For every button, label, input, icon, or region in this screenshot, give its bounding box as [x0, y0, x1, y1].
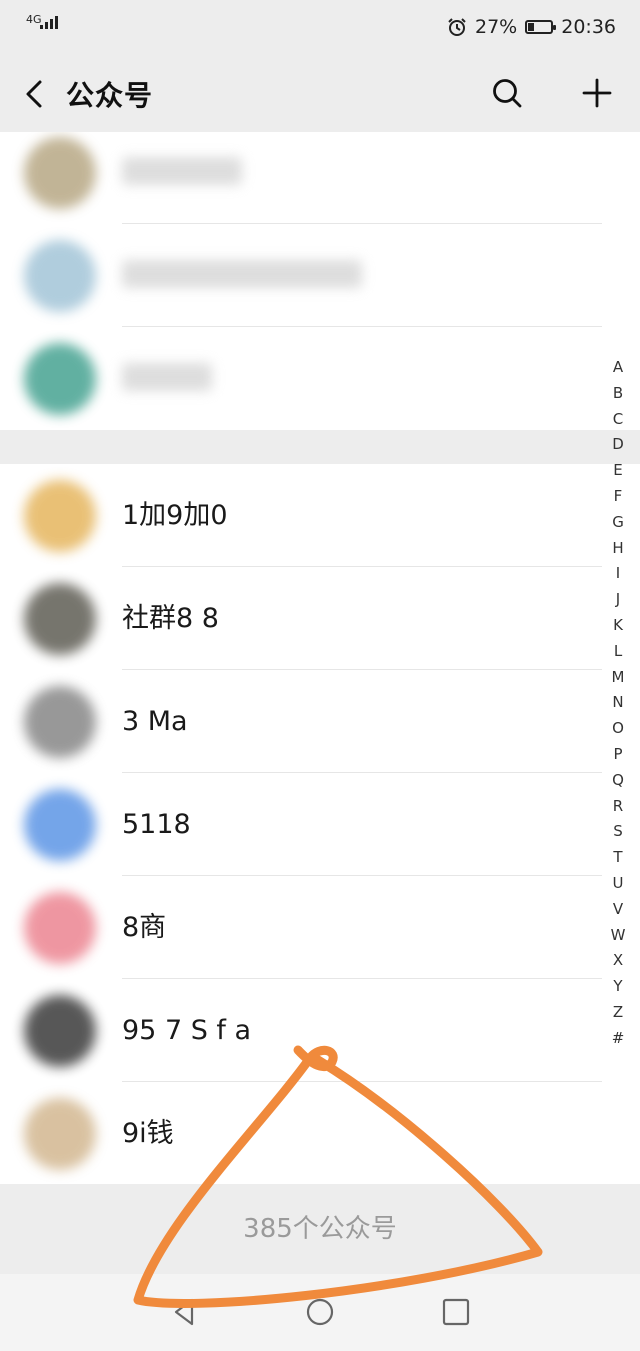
- avatar: [24, 1098, 96, 1170]
- avatar: [24, 892, 96, 964]
- index-letter[interactable]: C: [606, 407, 630, 433]
- index-letter[interactable]: U: [606, 871, 630, 897]
- avatar: [24, 240, 96, 312]
- account-name: [122, 260, 362, 288]
- account-name: 9i钱: [122, 1118, 174, 1149]
- list-item[interactable]: [0, 327, 640, 430]
- index-letter[interactable]: K: [606, 613, 630, 639]
- index-letter[interactable]: J: [606, 587, 630, 613]
- avatar: [24, 789, 96, 861]
- account-name: 95 7 S f a: [122, 1015, 252, 1046]
- index-letter[interactable]: G: [606, 510, 630, 536]
- avatar: [24, 995, 96, 1067]
- account-name: 3 Ma: [122, 706, 188, 737]
- list-item[interactable]: 5118: [0, 773, 640, 876]
- avatar: [24, 480, 96, 552]
- alarm-icon: [448, 18, 466, 36]
- account-count: 385个公众号: [0, 1184, 640, 1274]
- account-name: 5118: [122, 809, 191, 840]
- list-item[interactable]: 社群8 8: [0, 567, 640, 670]
- nav-home-icon[interactable]: [304, 1296, 336, 1328]
- alphabet-index[interactable]: A B C D E F G H I J K L M N O P Q R S T U V W X Y Z #: [606, 355, 630, 1052]
- index-letter[interactable]: P: [606, 742, 630, 768]
- battery-percent: 27%: [475, 16, 518, 38]
- avatar: [24, 137, 96, 209]
- nav-back-icon[interactable]: [168, 1296, 200, 1328]
- battery-icon: [525, 20, 557, 34]
- page-title: 公众号: [66, 79, 154, 112]
- account-name: [122, 363, 212, 391]
- list-item[interactable]: 95 7 S f a: [0, 979, 640, 1082]
- avatar: [24, 686, 96, 758]
- index-letter[interactable]: Y: [606, 974, 630, 1000]
- avatar: [24, 343, 96, 415]
- search-icon[interactable]: [490, 76, 524, 110]
- list-item[interactable]: [0, 224, 640, 327]
- index-letter[interactable]: I: [606, 561, 630, 587]
- index-letter[interactable]: W: [606, 923, 630, 949]
- official-accounts-list: 1加9加0 社群8 8 3 Ma 5118 8商 95 7 S f a 9i钱: [0, 132, 640, 1184]
- index-letter[interactable]: M: [606, 665, 630, 691]
- index-letter[interactable]: R: [606, 794, 630, 820]
- avatar: [24, 583, 96, 655]
- index-letter[interactable]: Z: [606, 1000, 630, 1026]
- list-item[interactable]: 3 Ma: [0, 670, 640, 773]
- chevron-left-icon[interactable]: [20, 76, 50, 112]
- status-right: 27% 20:36: [447, 16, 616, 38]
- signal-icon: [40, 16, 58, 29]
- index-letter[interactable]: N: [606, 690, 630, 716]
- index-letter[interactable]: E: [606, 458, 630, 484]
- index-letter[interactable]: X: [606, 948, 630, 974]
- plus-icon[interactable]: [580, 76, 614, 110]
- index-letter[interactable]: O: [606, 716, 630, 742]
- index-letter[interactable]: S: [606, 819, 630, 845]
- index-letter[interactable]: V: [606, 897, 630, 923]
- system-nav-bar: [0, 1274, 640, 1351]
- index-letter[interactable]: L: [606, 639, 630, 665]
- list-item[interactable]: [0, 132, 640, 224]
- index-letter[interactable]: D: [606, 432, 630, 458]
- index-letter[interactable]: F: [606, 484, 630, 510]
- list-item[interactable]: 1加9加0: [0, 464, 640, 567]
- nav-recent-icon[interactable]: [440, 1296, 472, 1328]
- account-name: [122, 157, 242, 185]
- list-item[interactable]: 9i钱: [0, 1082, 640, 1184]
- index-letter[interactable]: Q: [606, 768, 630, 794]
- index-letter[interactable]: A: [606, 355, 630, 381]
- index-letter[interactable]: #: [606, 1026, 630, 1052]
- section-header: [0, 430, 640, 464]
- account-name: 社群8 8: [122, 603, 219, 634]
- index-letter[interactable]: T: [606, 845, 630, 871]
- account-name: 1加9加0: [122, 500, 228, 531]
- account-name: 8商: [122, 912, 167, 943]
- nav-bar: 公众号: [0, 56, 640, 132]
- clock: 20:36: [561, 16, 616, 38]
- status-bar: 4G 27% 20:36: [0, 0, 640, 56]
- index-letter[interactable]: B: [606, 381, 630, 407]
- list-item[interactable]: 8商: [0, 876, 640, 979]
- index-letter[interactable]: H: [606, 536, 630, 562]
